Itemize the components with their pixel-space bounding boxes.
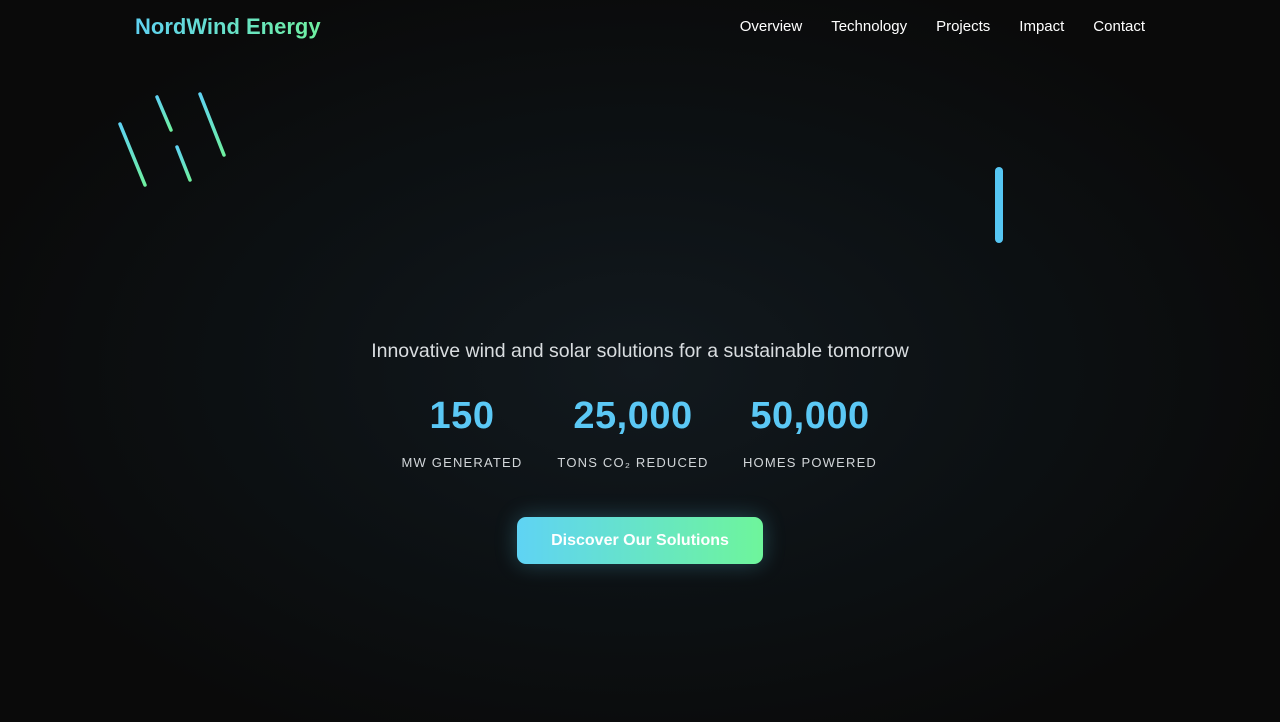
main-nav: Overview Technology Projects Impact Cont… bbox=[740, 17, 1145, 37]
brand-logo[interactable]: NordWind Energy bbox=[135, 13, 321, 41]
wind-streak bbox=[118, 122, 147, 187]
nav-link-technology[interactable]: Technology bbox=[831, 17, 907, 37]
nav-link-contact[interactable]: Contact bbox=[1093, 17, 1145, 37]
stat-label: MW GENERATED bbox=[401, 455, 523, 470]
wind-streaks-decoration bbox=[118, 92, 226, 187]
landing-page: NordWind Energy Overview Technology Proj… bbox=[0, 0, 1280, 722]
wind-streak bbox=[175, 145, 192, 182]
stat-co2-reduced: 25,000 TONS CO₂ REDUCED bbox=[557, 392, 708, 471]
stat-label: HOMES POWERED bbox=[742, 455, 878, 470]
site-header: NordWind Energy Overview Technology Proj… bbox=[0, 0, 1280, 54]
stat-homes-powered: 50,000 HOMES POWERED bbox=[743, 392, 877, 471]
stat-label: TONS CO₂ REDUCED bbox=[557, 455, 709, 470]
nav-link-overview[interactable]: Overview bbox=[740, 17, 803, 37]
stat-value: 25,000 bbox=[573, 395, 693, 437]
glow-pillar-decoration bbox=[995, 167, 1003, 243]
stat-value: 50,000 bbox=[750, 395, 870, 437]
discover-solutions-button[interactable]: Discover Our Solutions bbox=[517, 517, 763, 564]
hero-tagline: Innovative wind and solar solutions for … bbox=[371, 339, 909, 362]
stats-row: 150 MW GENERATED 25,000 TONS CO₂ REDUCED… bbox=[0, 392, 1280, 482]
stat-mw-generated: 150 MW GENERATED bbox=[401, 392, 522, 471]
wind-streak bbox=[155, 95, 173, 132]
wind-streak bbox=[198, 92, 226, 157]
nav-link-impact[interactable]: Impact bbox=[1019, 17, 1064, 37]
stat-value: 150 bbox=[429, 395, 495, 437]
nav-link-projects[interactable]: Projects bbox=[936, 17, 990, 37]
